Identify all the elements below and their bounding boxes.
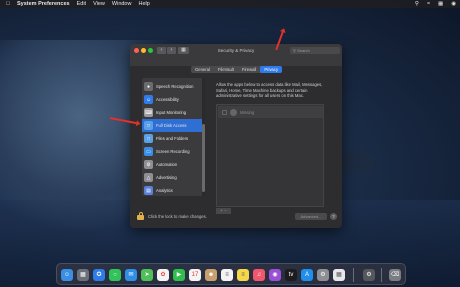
tab-bar: General FileVault Firewall Privacy [191,66,283,73]
lock-icon[interactable] [137,212,144,220]
maps-icon[interactable]: ➤ [141,269,153,281]
spotlight-icon[interactable]: ⚲ [415,1,419,7]
sidebar-item-files-and-folders[interactable]: □ Files and Folders [142,132,204,145]
screen-icon: ▭ [144,147,153,156]
app-icon [230,108,237,116]
menu-app-name[interactable]: System Preferences [17,1,70,7]
privacy-sidebar: ● Speech Recognition ☺ Accessibility ⌨ I… [142,78,204,196]
podcasts-icon[interactable]: ◉ [269,269,281,281]
chart-icon: ▤ [144,186,153,195]
sidebar-item-automation[interactable]: ⚙ Automation [142,158,204,171]
apple-icon[interactable]:  [5,1,11,7]
sidebar-item-label: Automation [156,162,178,167]
accessibility-icon: ☺ [144,95,153,104]
siri-icon[interactable]: ◉ [451,1,456,7]
sidebar-item-label: Advertising [156,175,177,180]
tab-privacy[interactable]: Privacy [260,66,283,73]
sidebar-item-accessibility[interactable]: ☺ Accessibility [142,93,204,106]
calendar-icon[interactable]: 17 [189,269,201,281]
menu-bar:  System Preferences Edit View Window He… [0,0,460,8]
system-preferences-icon[interactable]: ⚙ [363,269,375,281]
folder-icon: □ [144,134,153,143]
photos-icon[interactable]: ✿ [157,269,169,281]
sidebar-item-label: Accessibility [156,97,179,102]
menu-window[interactable]: Window [112,1,132,7]
mail-icon[interactable]: ✉ [125,269,137,281]
advanced-button[interactable]: Advanced... [295,213,327,220]
finder-icon[interactable]: ☺ [61,269,73,281]
trash-icon[interactable]: ⌫ [389,269,401,281]
privacy-description: Allow the apps below to access data like… [216,82,323,99]
notes-icon[interactable]: ≡ [237,269,249,281]
tab-general[interactable]: General [191,66,214,73]
add-remove-buttons[interactable]: + − [216,208,231,214]
app-store-icon[interactable]: A [301,269,313,281]
sidebar-item-advertising[interactable]: △ Advertising [142,171,204,184]
search-icon: ⚲ [293,48,296,53]
wifi-icon[interactable]: ≈ [427,1,430,7]
reminders-icon[interactable]: ≡ [221,269,233,281]
search-field[interactable]: ⚲ Search [290,47,340,54]
sidebar-item-label: Analytics [156,188,173,193]
launchpad-icon[interactable]: ▦ [77,269,89,281]
sidebar-item-label: Screen Recording [156,149,190,154]
sidebar-item-label: Input Monitoring [156,110,187,115]
sidebar-item-analytics[interactable]: ▤ Analytics [142,184,204,196]
dock-separator [381,268,382,282]
music-icon[interactable]: ♫ [253,269,265,281]
sidebar-item-input-monitoring[interactable]: ⌨ Input Monitoring [142,106,204,119]
lock-text: Click the lock to make changes. [148,214,207,219]
app-list[interactable]: Missing [216,104,324,207]
sidebar-item-label: Speech Recognition [156,84,194,89]
keyboard-icon: ⌨ [144,108,153,117]
list-item[interactable]: Missing [218,106,323,118]
sidebar-item-full-disk-access[interactable]: □ Full Disk Access [142,119,204,132]
menu-edit[interactable]: Edit [77,1,86,7]
megaphone-icon: △ [144,173,153,182]
dock: ☺ ▦ ✪ ○ ✉ ➤ ✿ ▶ 17 ☻ ≡ ≡ ♫ ◉ tv A ⚙ ▦ ⚙ … [56,263,406,285]
menu-status-area: ⚲ ≈ ▦ ◉ [415,0,456,8]
menu-help[interactable]: Help [138,1,149,7]
safari-icon[interactable]: ✪ [93,269,105,281]
gear-icon: ⚙ [144,160,153,169]
microphone-icon: ● [144,82,153,91]
security-privacy-window: ‹ › ▦ Security & Privacy ⚲ Search Genera… [130,44,342,228]
app-name: Missing [240,109,255,115]
tab-filevault[interactable]: FileVault [214,66,238,73]
app-checkbox[interactable] [222,109,227,115]
help-button[interactable]: ? [330,213,337,220]
system-preferences-icon[interactable]: ⚙ [317,269,329,281]
sidebar-scroll-thumb[interactable] [202,124,205,192]
facetime-icon[interactable]: ▶ [173,269,185,281]
sidebar-item-speech-recognition[interactable]: ● Speech Recognition [142,80,204,93]
messages-icon[interactable]: ○ [109,269,121,281]
tab-firewall[interactable]: Firewall [238,66,260,73]
folder-icon: □ [144,121,153,130]
control-center-icon[interactable]: ▦ [438,1,443,7]
tv-icon[interactable]: tv [285,269,297,281]
menu-view[interactable]: View [93,1,105,7]
terminal-icon[interactable]: ▦ [333,269,345,281]
search-placeholder: Search [297,48,310,53]
dock-separator [353,268,354,282]
sidebar-item-label: Files and Folders [156,136,189,141]
sidebar-item-label: Full Disk Access [156,123,187,128]
sidebar-item-screen-recording[interactable]: ▭ Screen Recording [142,145,204,158]
contacts-icon[interactable]: ☻ [205,269,217,281]
